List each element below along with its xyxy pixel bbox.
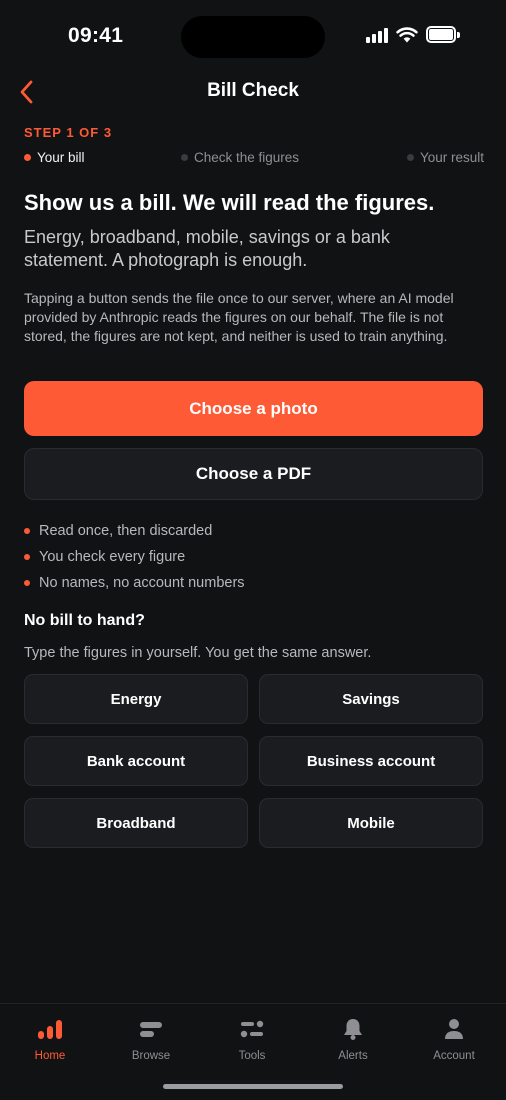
step-your-bill: Your bill [24,150,85,165]
list-item: No names, no account numbers [24,570,245,596]
option-savings[interactable]: Savings [259,674,483,724]
step-label: Check the figures [194,150,300,165]
tab-label: Alerts [338,1050,368,1062]
list-item-text: Read once, then discarded [39,523,213,539]
step-label: Your result [419,150,484,165]
page-title: Bill Check [207,80,299,101]
tab-label: Browse [131,1050,171,1062]
list-item: Read once, then discarded [24,518,245,544]
manual-options-grid: Energy Savings Bank account Business acc… [24,674,483,848]
step-your-result: Your result [406,150,484,165]
person-icon [440,1016,468,1042]
option-bank-account[interactable]: Bank account [24,736,248,786]
wifi-icon [396,26,418,42]
step-dot [181,154,188,161]
step-check-figures: Check the figures [181,150,299,165]
tab-home[interactable]: Home [10,1016,90,1062]
choose-pdf-button[interactable]: Choose a PDF [24,448,483,500]
status-time: 09:41 [68,24,124,47]
option-mobile[interactable]: Mobile [259,798,483,848]
dynamic-island [181,16,325,58]
browse-icon [137,1016,165,1042]
bar-chart-icon [36,1016,64,1042]
sliders-icon [238,1016,266,1042]
step-label: Your bill [37,150,85,165]
privacy-notice: Tapping a button sends the file once to … [24,290,454,344]
option-broadband[interactable]: Broadband [24,798,248,848]
bullet-dot [24,580,30,586]
subheading: Energy, broadband, mobile, savings or a … [24,227,390,270]
tab-alerts[interactable]: Alerts [313,1016,393,1062]
tab-tools[interactable]: Tools [212,1016,292,1062]
manual-section-title: No bill to hand? [24,612,145,629]
status-icons [366,26,460,43]
nav-bar: Bill Check [0,74,506,110]
step-counter: STEP 1 OF 3 [24,125,113,140]
list-item-text: No names, no account numbers [39,575,245,591]
bell-icon [339,1016,367,1042]
headline: Show us a bill. We will read the figures… [24,190,435,215]
battery-icon [426,26,460,43]
list-item-text: You check every figure [39,549,186,565]
step-dot [406,154,414,161]
list-item: You check every figure [24,544,245,570]
assurance-list: Read once, then discarded You check ever… [24,518,245,596]
option-business-account[interactable]: Business account [259,736,483,786]
step-dot-active [24,154,31,161]
bullet-dot [24,554,30,560]
tab-label: Home [34,1050,66,1062]
choose-photo-button[interactable]: Choose a photo [24,381,483,436]
bullet-dot [24,528,30,534]
tab-account[interactable]: Account [414,1016,494,1062]
step-indicator: Your bill Check the figures Your result [24,150,484,170]
home-indicator [163,1084,343,1089]
tab-browse[interactable]: Browse [111,1016,191,1062]
cellular-signal-icon [366,27,388,43]
status-bar: 09:41 [0,0,506,76]
manual-section-subtitle: Type the figures in yourself. You get th… [24,645,372,661]
tab-label: Tools [238,1050,266,1062]
option-energy[interactable]: Energy [24,674,248,724]
tab-label: Account [433,1050,475,1062]
